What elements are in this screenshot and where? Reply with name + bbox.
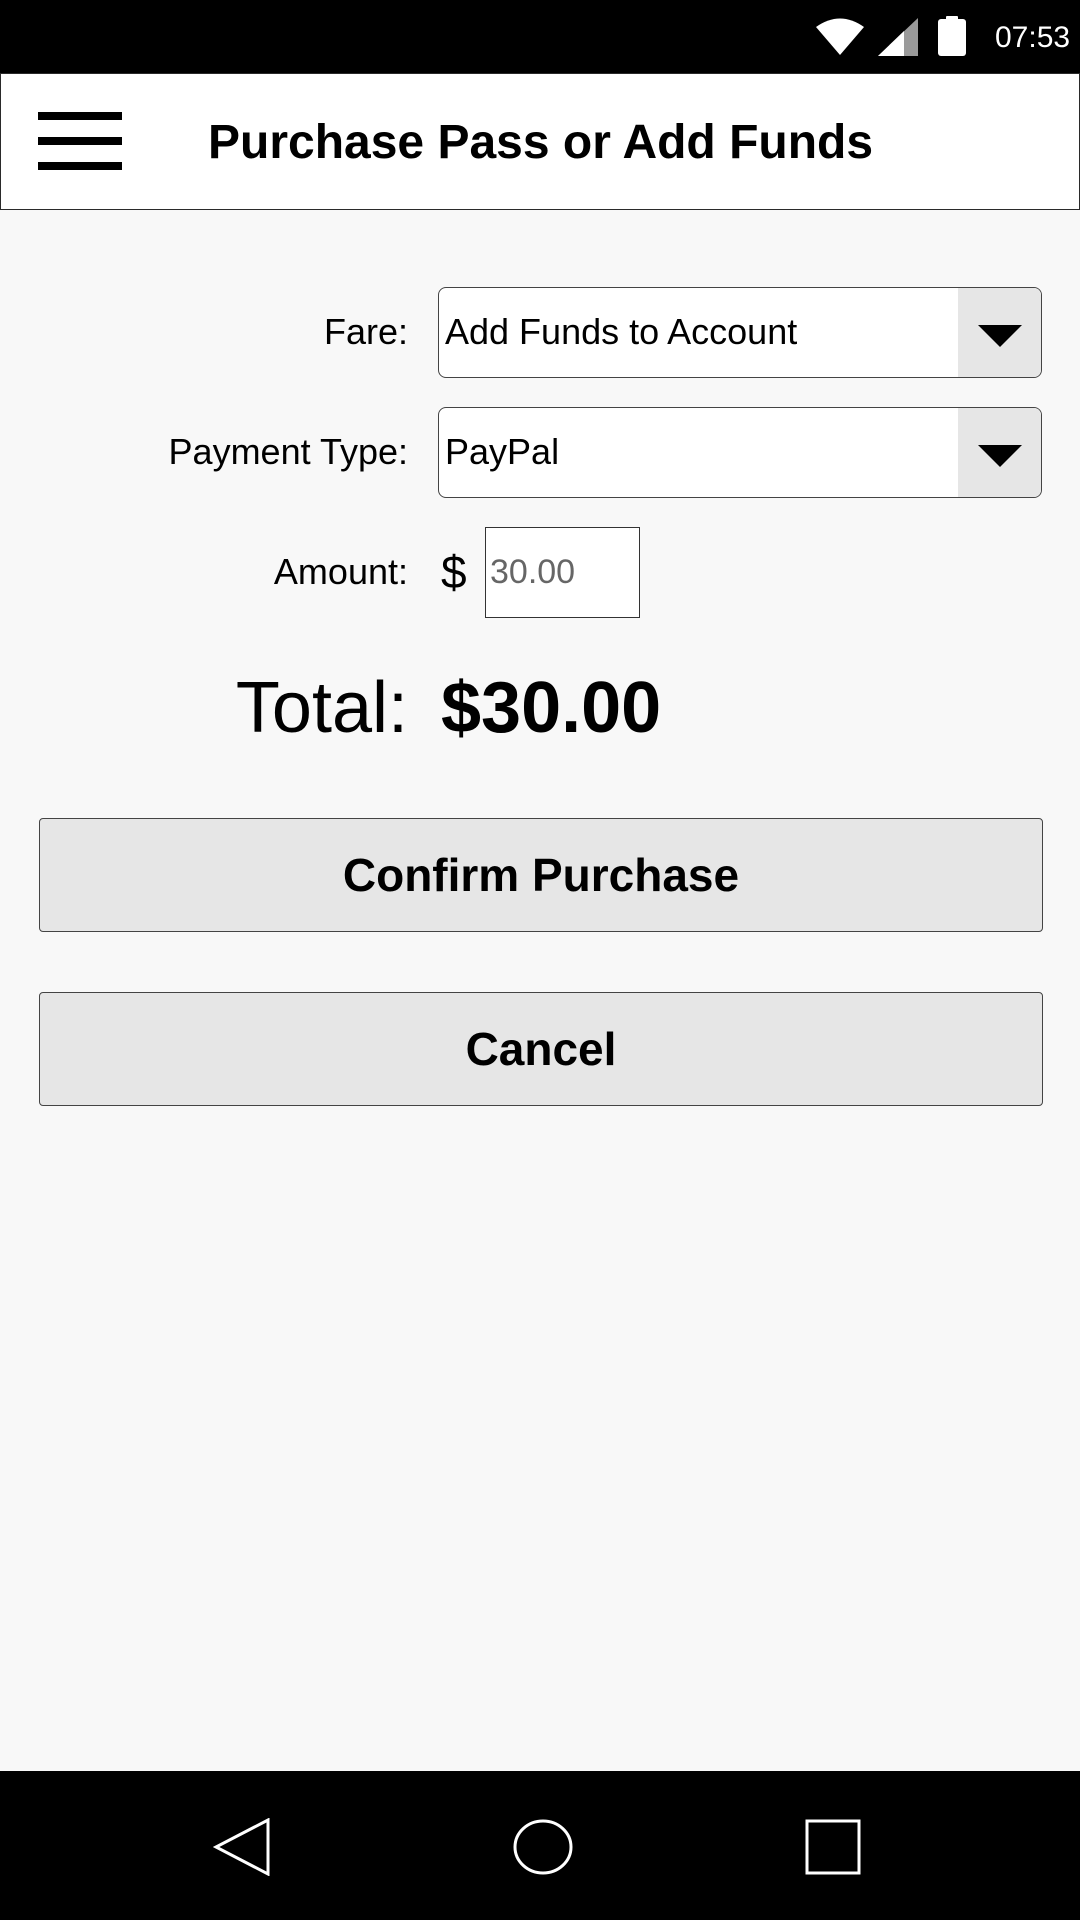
- back-icon[interactable]: [213, 1818, 271, 1876]
- fare-select[interactable]: Add Funds to Account: [438, 287, 1042, 378]
- total-value: $30.00: [441, 668, 662, 748]
- currency-symbol: $: [441, 546, 467, 598]
- amount-label: Amount:: [273, 551, 408, 592]
- hamburger-menu-icon[interactable]: [38, 111, 122, 173]
- status-bar: 07:53: [0, 0, 1080, 73]
- fare-dropdown-arrow[interactable]: [958, 288, 1041, 377]
- home-icon[interactable]: [512, 1818, 574, 1876]
- payment-type-label: Payment Type:: [168, 431, 408, 472]
- chevron-down-icon: [978, 445, 1022, 467]
- total-label: Total:: [235, 668, 408, 748]
- wifi-icon: [816, 18, 864, 55]
- recents-icon[interactable]: [805, 1819, 861, 1875]
- status-clock: 07:53: [995, 21, 1071, 54]
- payment-type-select[interactable]: PayPal: [438, 407, 1042, 498]
- cancel-button[interactable]: Cancel: [39, 992, 1043, 1106]
- payment-type-dropdown-arrow[interactable]: [958, 408, 1041, 497]
- battery-icon: [938, 16, 966, 56]
- page-title: Purchase Pass or Add Funds: [208, 116, 874, 169]
- cellular-signal-icon: [878, 18, 918, 56]
- chevron-down-icon: [978, 325, 1022, 347]
- amount-input[interactable]: [485, 527, 640, 618]
- payment-type-select-value: PayPal: [445, 431, 560, 472]
- confirm-purchase-button[interactable]: Confirm Purchase: [39, 818, 1043, 932]
- app-bar: Purchase Pass or Add Funds: [0, 73, 1080, 210]
- fare-select-value: Add Funds to Account: [445, 311, 798, 352]
- system-nav-bar: [0, 1771, 1080, 1920]
- fare-label: Fare:: [323, 311, 408, 352]
